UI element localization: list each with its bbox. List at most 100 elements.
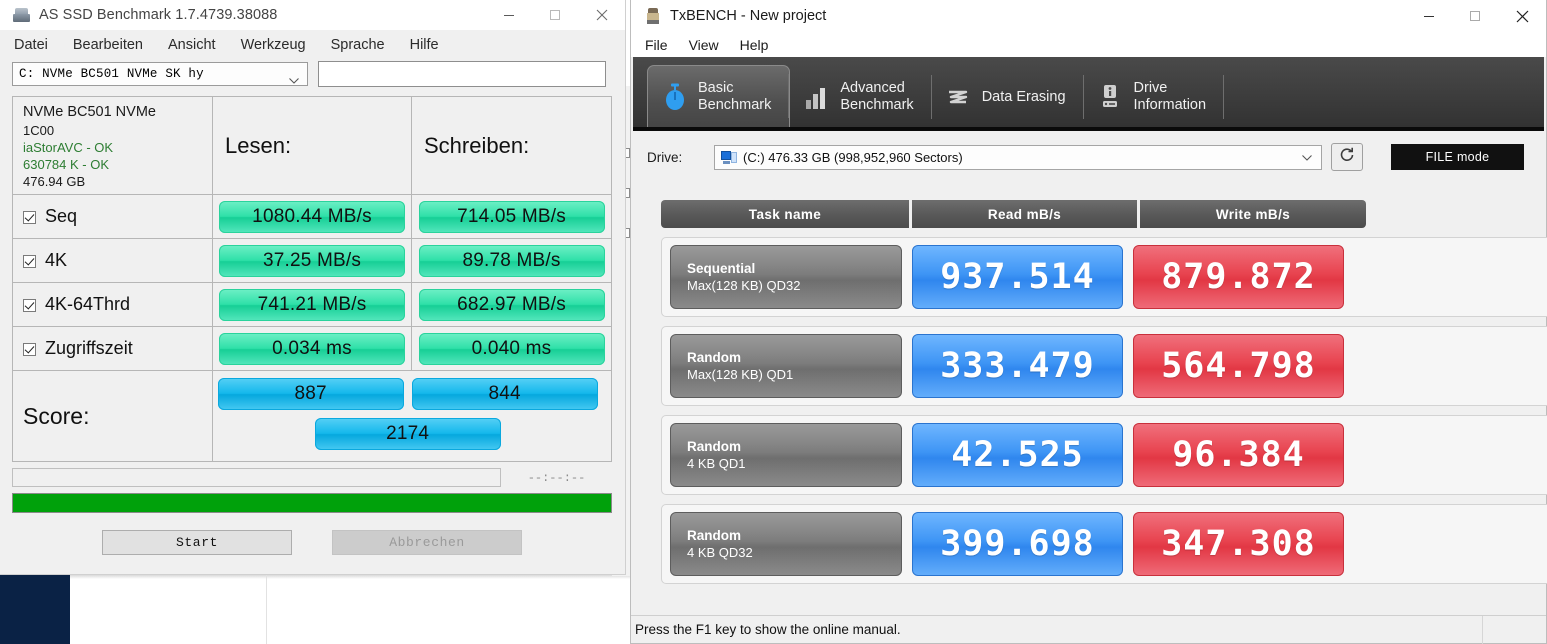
status-pane-2 (1483, 616, 1547, 644)
txbench-window-controls (1406, 0, 1546, 32)
close-icon[interactable] (1498, 0, 1546, 32)
checkbox-seq[interactable] (23, 211, 36, 224)
menu-item-view[interactable]: View (689, 37, 719, 53)
read-value: 399.698 (912, 512, 1123, 576)
minimize-icon[interactable] (486, 0, 532, 30)
column-header-task-name: Task name (661, 200, 909, 228)
test-label: 4K-64Thrd (45, 294, 131, 314)
read-value: 333.479 (912, 334, 1123, 398)
tab-data-erasing[interactable]: Data Erasing (932, 67, 1084, 127)
seq-write-cell: 714.05 MB/s (412, 195, 611, 238)
task-subtitle: Max(128 KB) QD32 (687, 278, 801, 293)
write-value: 564.798 (1133, 334, 1344, 398)
checkbox-4k[interactable] (23, 255, 36, 268)
drive-select-value: C: NVMe BC501 NVMe SK hy (19, 67, 204, 81)
score-total-value: 2174 (314, 418, 501, 450)
maximize-icon[interactable] (532, 0, 578, 30)
hard-drive-icon (721, 150, 737, 164)
checkbox-zugriffszeit[interactable] (23, 343, 36, 356)
4k64thrd-read-value: 741.21 MB/s (219, 288, 405, 321)
elapsed-time: --:--:-- (527, 470, 586, 485)
drive-select[interactable]: (C:) 476.33 GB (998,952,960 Sectors) (714, 144, 1322, 170)
maximize-icon[interactable] (1452, 0, 1498, 32)
drive-driver-status: iaStorAVC - OK (23, 140, 114, 155)
write-value: 347.308 (1133, 512, 1344, 576)
task-title: Random (687, 350, 741, 365)
menu-item-help[interactable]: Help (740, 37, 769, 53)
txbench-tabstrip: Basic Benchmark Advanced Benchmark Data … (633, 57, 1544, 131)
table-row: Random 4 KB QD1 42.525 96.384 (661, 415, 1547, 495)
as-ssd-progress-row: --:--:-- (12, 468, 612, 487)
as-ssd-results-grid: NVMe BC501 NVMe 1C00 iaStorAVC - OK 6307… (12, 96, 612, 462)
menu-item-hilfe[interactable]: Hilfe (410, 37, 439, 53)
task-cell-random-128kb-qd1[interactable]: Random Max(128 KB) QD1 (670, 334, 902, 398)
zugriffszeit-read-cell: 0.034 ms (213, 327, 412, 370)
4k-write-cell: 89.78 MB/s (412, 239, 611, 282)
test-row-seq-label[interactable]: Seq (13, 195, 213, 238)
menu-item-bearbeiten[interactable]: Bearbeiten (73, 37, 143, 53)
menu-item-ansicht[interactable]: Ansicht (168, 37, 216, 53)
tab-advanced-benchmark[interactable]: Advanced Benchmark (790, 67, 932, 127)
zugriffszeit-write-value: 0.040 ms (418, 332, 605, 365)
4k64thrd-read-cell: 741.21 MB/s (213, 283, 412, 326)
start-button[interactable]: Start (102, 530, 292, 555)
read-column-header: Lesen: (213, 97, 412, 194)
table-header-row: Task name Read mB/s Write mB/s (661, 200, 1547, 228)
txbench-menubar: File View Help (631, 32, 1546, 57)
menu-item-datei[interactable]: Datei (14, 37, 48, 53)
4k-read-value: 37.25 MB/s (219, 244, 405, 277)
menu-item-sprache[interactable]: Sprache (331, 37, 385, 53)
read-value: 42.525 (912, 423, 1123, 487)
drive-label: Drive: (647, 149, 683, 165)
file-mode-button[interactable]: FILE mode (1391, 144, 1524, 170)
menu-item-file[interactable]: File (645, 37, 668, 53)
secondary-progress-bar (12, 468, 501, 487)
table-row: Random 4 KB QD32 399.698 347.308 (661, 504, 1547, 584)
column-header-read: Read mB/s (912, 200, 1137, 228)
test-row-zugriffszeit-label[interactable]: Zugriffszeit (13, 327, 213, 370)
write-value: 96.384 (1133, 423, 1344, 487)
txbench-window: TxBENCH - New project File View Help Bas… (630, 0, 1547, 644)
table-row: 4K 37.25 MB/s 89.78 MB/s (13, 239, 611, 283)
4k-read-cell: 37.25 MB/s (213, 239, 412, 282)
menu-item-werkzeug[interactable]: Werkzeug (241, 37, 306, 53)
as-ssd-button-row: Start Abbrechen (12, 530, 612, 555)
chevron-down-icon (1302, 148, 1312, 166)
as-ssd-header-row: NVMe BC501 NVMe 1C00 iaStorAVC - OK 6307… (13, 97, 611, 195)
stopwatch-icon (662, 83, 688, 111)
tab-label: Drive Information (1133, 80, 1207, 113)
score-write-value: 844 (411, 378, 598, 410)
drive-capacity: 476.94 GB (23, 174, 86, 189)
test-row-4k64thrd-label[interactable]: 4K-64Thrd (13, 283, 213, 326)
score-row: Score: 887 844 2174 (13, 371, 611, 461)
test-row-4k-label[interactable]: 4K (13, 239, 213, 282)
tab-drive-information[interactable]: Drive Information (1084, 67, 1225, 127)
as-ssd-menubar: Datei Bearbeiten Ansicht Werkzeug Sprach… (0, 30, 625, 59)
close-icon[interactable] (578, 0, 625, 30)
checkbox-4k-64thrd[interactable] (23, 299, 36, 312)
column-header-write: Write mB/s (1140, 200, 1366, 228)
table-row: Seq 1080.44 MB/s 714.05 MB/s (13, 195, 611, 239)
task-cell-random-4kb-qd1[interactable]: Random 4 KB QD1 (670, 423, 902, 487)
test-label: Seq (45, 206, 78, 226)
drive-select[interactable]: C: NVMe BC501 NVMe SK hy (12, 62, 308, 86)
tab-basic-benchmark[interactable]: Basic Benchmark (647, 65, 791, 127)
bar-chart-icon (804, 83, 830, 111)
task-subtitle: 4 KB QD32 (687, 545, 753, 560)
desktop-divider (266, 575, 267, 644)
4k64thrd-write-cell: 682.97 MB/s (412, 283, 611, 326)
name-input[interactable] (318, 61, 606, 87)
refresh-button[interactable] (1331, 143, 1363, 171)
task-cell-random-4kb-qd32[interactable]: Random 4 KB QD32 (670, 512, 902, 576)
drive-info-icon (1098, 83, 1124, 111)
4k64thrd-write-value: 682.97 MB/s (418, 288, 605, 321)
seq-read-cell: 1080.44 MB/s (213, 195, 412, 238)
task-title: Sequential (687, 261, 756, 276)
chevron-down-icon (289, 71, 299, 84)
task-title: Random (687, 528, 741, 543)
zugriffszeit-read-value: 0.034 ms (219, 332, 405, 365)
table-row: 4K-64Thrd 741.21 MB/s 682.97 MB/s (13, 283, 611, 327)
minimize-icon[interactable] (1406, 0, 1452, 32)
task-subtitle: Max(128 KB) QD1 (687, 367, 794, 382)
task-cell-sequential-qd32[interactable]: Sequential Max(128 KB) QD32 (670, 245, 902, 309)
